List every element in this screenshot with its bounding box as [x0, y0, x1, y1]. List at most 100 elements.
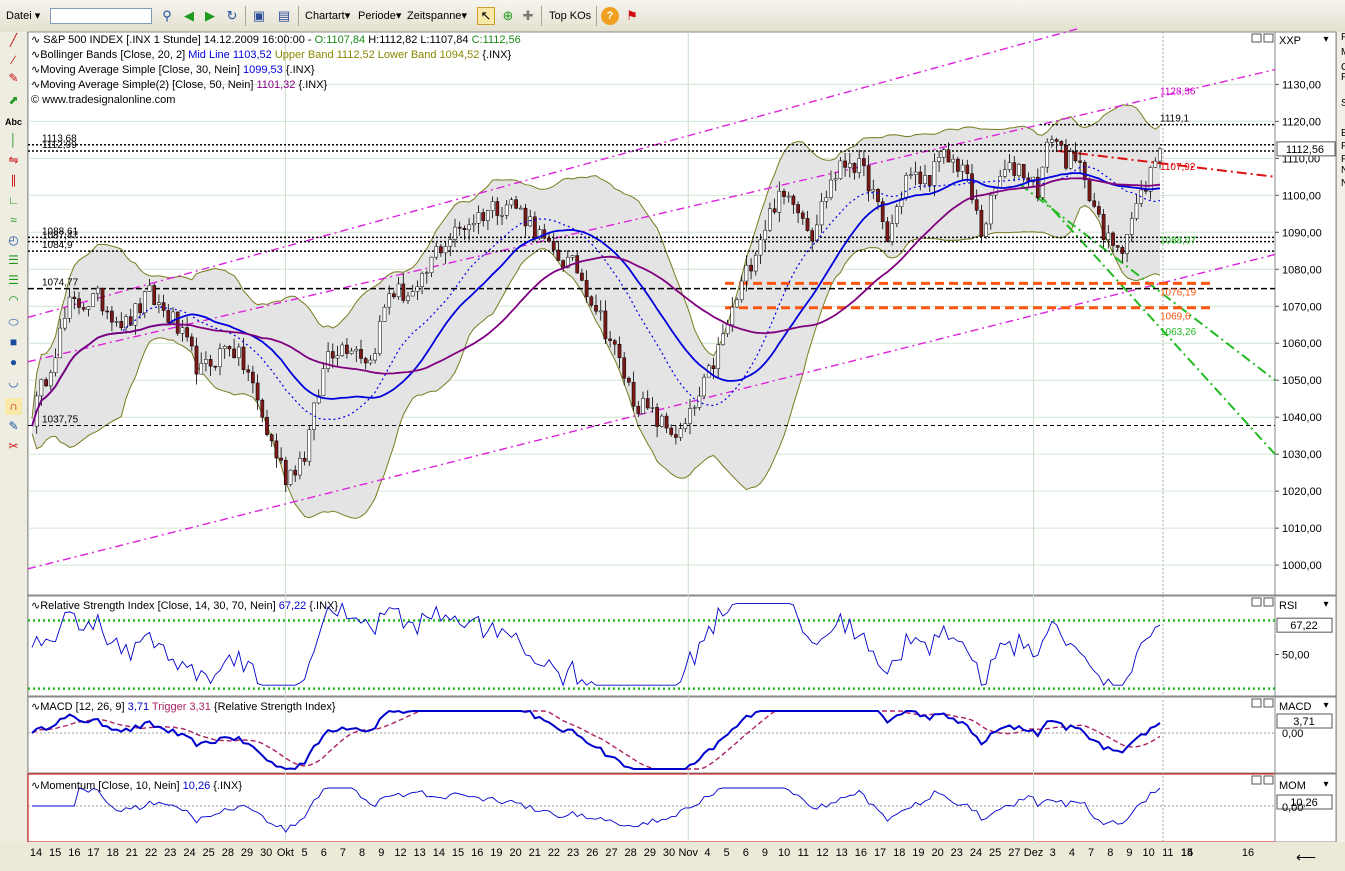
candle-body [725, 324, 730, 335]
candle-body [777, 190, 782, 213]
indicator-legend: ∿Moving Average Simple(2) [Close, 50, Ne… [31, 79, 328, 91]
candle-body [72, 296, 77, 299]
level-label: 1119,1 [1160, 114, 1190, 125]
macd-legend: ∿MACD [12, 26, 9] 3,71 Trigger 3,31 {Rel… [31, 701, 336, 713]
level-label: 1128,36 [1160, 86, 1196, 97]
candle-body [890, 223, 894, 242]
candle-body [345, 344, 349, 354]
candle-body [815, 224, 819, 242]
candle-body [838, 160, 843, 180]
candle-body [1120, 247, 1125, 254]
x-axis-tick-label: 13 [836, 847, 848, 859]
candle-body [373, 353, 377, 361]
panel-restore-icon [1251, 597, 1262, 607]
candle-body [570, 255, 575, 258]
x-axis-tick-label: 3 [1050, 847, 1056, 859]
candle-body [862, 158, 866, 166]
macd-axis-label: MACD [1279, 701, 1311, 713]
candle-body [1012, 162, 1017, 176]
x-axis-tick-label: 24 [970, 847, 982, 859]
candle-body [946, 149, 951, 163]
candle-body [612, 340, 617, 345]
macd-source: {Relative Strength Index} [211, 701, 336, 713]
price-axis-tick-label: 1050,00 [1282, 375, 1322, 387]
x-axis-tick-label: 16 [471, 847, 483, 859]
candle-body [650, 407, 655, 409]
candle-body [800, 212, 805, 219]
candle-body [307, 429, 312, 462]
x-axis-tick-label: 4 [1069, 847, 1075, 859]
level-label: 1107,92 [1160, 162, 1196, 173]
candle-body [580, 272, 584, 281]
level-label: 1084,9 [42, 240, 73, 251]
symbol-title: ∿ S&P 500 INDEX [.INX 1 Stunde] 14.12.20… [31, 34, 315, 46]
candle-body [44, 379, 48, 387]
x-axis-tick-label: 19 [912, 847, 924, 859]
candle-body [927, 175, 932, 186]
rsi-source: {.INX} [306, 600, 338, 612]
candle-body [302, 457, 307, 462]
candle-body [763, 229, 768, 241]
candle-body [876, 189, 880, 203]
candle-body [81, 307, 86, 310]
candle-body [833, 178, 838, 181]
candle-body [476, 212, 481, 224]
candle-body [678, 428, 683, 438]
candle-body [471, 222, 476, 226]
candle-body [739, 280, 744, 301]
x-axis-tick-label: 8 [1107, 847, 1113, 859]
indicator-legend: ∿Bollinger Bands [Close, 20, 2] Mid Line… [31, 49, 511, 61]
candle-body [138, 303, 142, 314]
candle-body [1125, 234, 1129, 254]
candle-body [1092, 200, 1097, 207]
candle-body [95, 287, 100, 294]
candle-body [758, 239, 763, 256]
candle-body [63, 317, 67, 329]
x-axis-tick-label: 17 [874, 847, 886, 859]
candle-body [885, 221, 890, 242]
candle-body [175, 311, 180, 334]
candle-body [664, 415, 669, 429]
x-axis-tick-label: 30 [663, 847, 675, 859]
rsi-axis-label: RSI [1279, 600, 1297, 612]
candle-body [265, 416, 269, 435]
candle-body [937, 157, 941, 162]
candle-body [551, 241, 556, 251]
candle-body [843, 160, 847, 168]
x-axis-tick-label: 17 [87, 847, 99, 859]
price-header-text: ∿ S&P 500 INDEX [.INX 1 Stunde] 14.12.20… [31, 34, 521, 46]
candle-body [692, 407, 697, 409]
candle-body [321, 368, 326, 396]
candle-body [241, 346, 246, 370]
candle-body [349, 350, 354, 354]
candle-body [998, 176, 1003, 189]
chart-canvas[interactable]: 14 15 16 17 18 21 22 23 24 25 28 29 30 Okt 5 6 7 8 9 12 13 14… [0, 0, 1345, 871]
x-axis-tick-label: 23 [951, 847, 963, 859]
candle-body [1045, 141, 1050, 168]
candle-body [641, 398, 645, 414]
close-value: C:1112,56 [472, 34, 521, 46]
x-axis-tick-label: 14 [433, 847, 445, 859]
momentum-axis-tick-label: 0,00 [1282, 802, 1303, 814]
candle-body [984, 223, 988, 237]
candle-body [298, 457, 302, 476]
x-axis-tick-label: 5 [724, 847, 730, 859]
x-axis-tick-label: Nov [678, 847, 698, 859]
candle-body [608, 338, 612, 341]
candle-body [166, 310, 171, 323]
x-axis-tick-label: 9 [1126, 847, 1132, 859]
high-value: H:1112,82 [368, 34, 420, 46]
candle-body [39, 379, 44, 397]
candle-body [941, 149, 946, 158]
price-axis-tick-label: 1040,00 [1282, 412, 1322, 424]
x-axis-tick-label: 18 [107, 847, 119, 859]
candle-body [1153, 160, 1158, 168]
candle-body [772, 208, 777, 213]
candle-body [791, 195, 796, 205]
candle-body [429, 256, 434, 273]
candle-body [330, 351, 335, 359]
level-label: 1074,77 [42, 278, 79, 289]
price-axis-tick-label: 1030,00 [1282, 449, 1322, 461]
candle-body [110, 310, 114, 323]
timeline-scroll-icon: ⟵ [1296, 849, 1316, 865]
